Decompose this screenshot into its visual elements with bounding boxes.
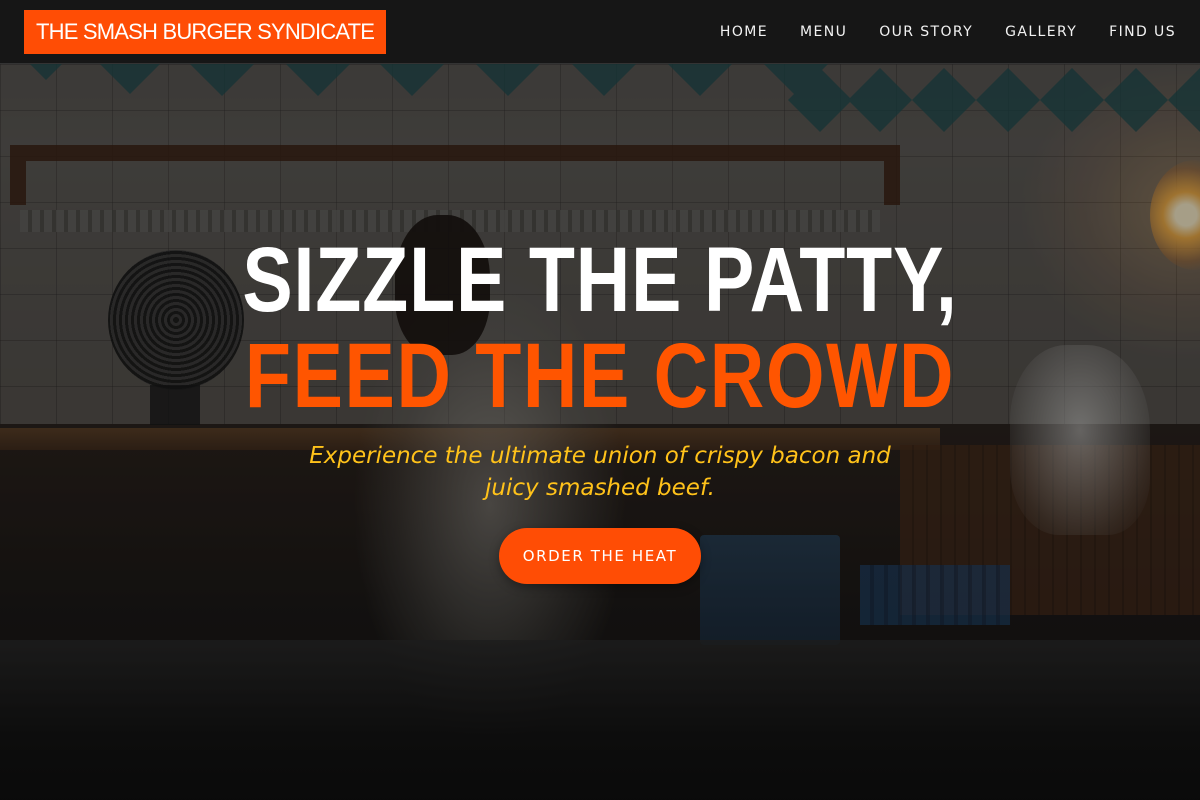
nav-links: HOME MENU OUR STORY GALLERY FIND US [720, 0, 1176, 64]
top-navbar: THE SMASH BURGER SYNDICATE HOME MENU OUR… [0, 0, 1200, 64]
headline-line-accent: FEED THE CROWD [244, 325, 956, 427]
hero-headline: SIZZLE THE PATTY, FEED THE CROWD [0, 232, 1200, 424]
hero-section: THE SMASH BURGER SYNDICATE HOME MENU OUR… [0, 0, 1200, 800]
nav-menu-link[interactable]: MENU [800, 24, 847, 40]
nav-home-link[interactable]: HOME [720, 24, 768, 40]
headline-line-primary: SIZZLE THE PATTY, [242, 229, 958, 331]
nav-find-us-link[interactable]: FIND US [1109, 24, 1176, 40]
order-the-heat-button[interactable]: ORDER THE HEAT [499, 528, 701, 584]
hero-tagline: Experience the ultimate union of crispy … [309, 443, 891, 501]
nav-our-story-link[interactable]: OUR STORY [879, 24, 973, 40]
brand-logo[interactable]: THE SMASH BURGER SYNDICATE [24, 10, 387, 54]
nav-gallery-link[interactable]: GALLERY [1005, 24, 1077, 40]
